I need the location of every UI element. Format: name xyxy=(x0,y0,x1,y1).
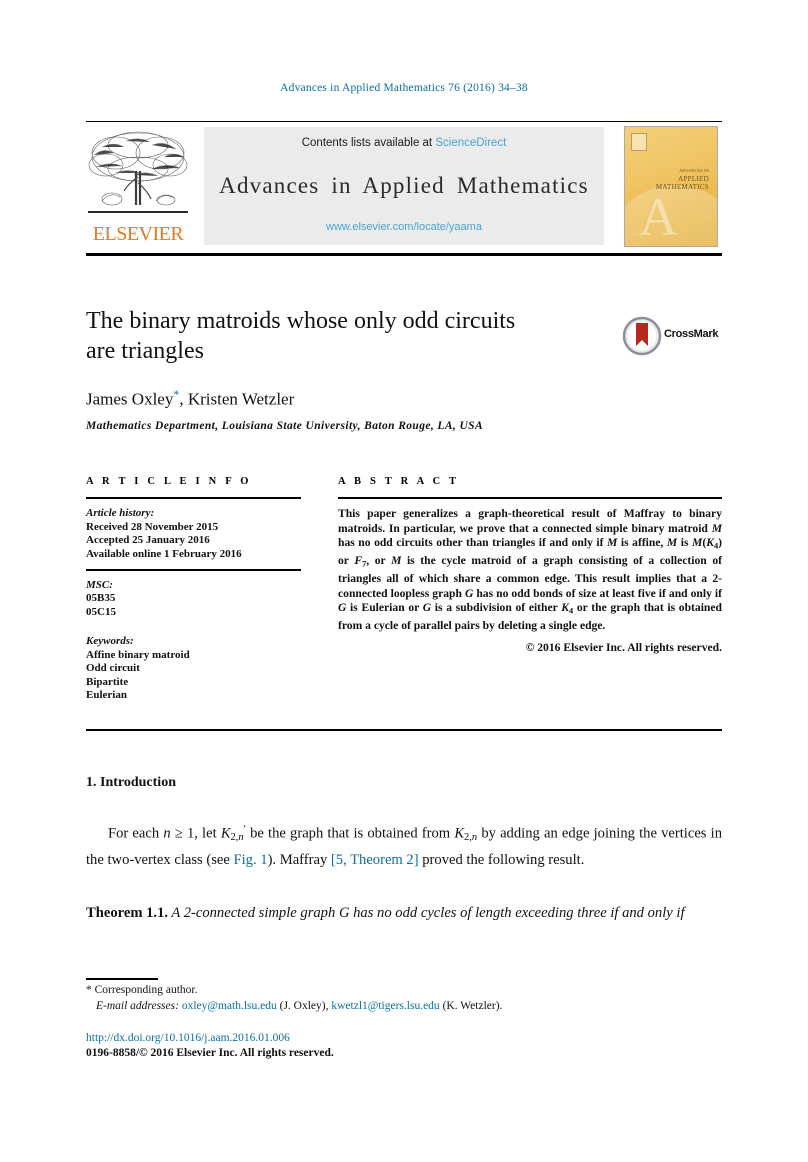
corresponding-author-note: * Corresponding author. xyxy=(86,984,722,996)
corresponding-text: Corresponding author. xyxy=(94,984,198,996)
author-1: James Oxley xyxy=(86,389,174,409)
footnote-rule xyxy=(86,978,158,980)
page-title: The binary matroids whose only odd circu… xyxy=(86,306,606,366)
author-list: James Oxley*, Kristen Wetzler xyxy=(86,387,686,410)
theorem-1-1: Theorem 1.1. A 2-connected simple graph … xyxy=(86,905,685,921)
email-link-oxley[interactable]: oxley@math.lsu.edu xyxy=(182,1000,277,1012)
reference-link[interactable]: [5, Theorem 2] xyxy=(331,852,419,868)
title-line-1: The binary matroids whose only odd circu… xyxy=(86,308,516,334)
issn-copyright-line: 0196-8858/© 2016 Elsevier Inc. All right… xyxy=(86,1047,334,1059)
intro-paragraph: For each n ≥ 1, let K2,n′ be the graph t… xyxy=(86,824,722,869)
theorem-label: Theorem 1.1. xyxy=(86,905,169,921)
elsevier-logo: ELSEVIER xyxy=(86,127,190,245)
masthead-bottom-rule xyxy=(86,253,722,256)
cover-line2: MATHEMATICS xyxy=(655,183,709,191)
abstract-heading: A B S T R A C T xyxy=(338,476,460,487)
corresponding-star: * xyxy=(86,984,92,996)
cover-title: ADVANCES IN APPLIED MATHEMATICS xyxy=(635,167,709,191)
affiliation: Mathematics Department, Louisiana State … xyxy=(86,420,484,432)
msc-code-1: 05B35 xyxy=(86,592,116,605)
section-title: Introduction xyxy=(100,775,176,790)
keyword-4: Eulerian xyxy=(86,689,127,702)
history-received: Received 28 November 2015 xyxy=(86,520,219,533)
journal-cover-thumbnail: A ADVANCES IN APPLIED MATHEMATICS xyxy=(624,126,718,247)
section-number: 1. xyxy=(86,775,97,790)
email-owner-oxley: (J. Oxley), xyxy=(279,1000,329,1012)
abstract-copyright: © 2016 Elsevier Inc. All rights reserved… xyxy=(525,640,722,654)
crossmark-icon xyxy=(622,316,662,356)
crossmark-label: CrossMark xyxy=(664,328,719,340)
paper-page: Advances in Applied Mathematics 76 (2016… xyxy=(0,0,808,1162)
journal-title: Advances in Applied Mathematics xyxy=(219,173,589,198)
keywords-label: Keywords: xyxy=(86,635,134,648)
msc-group: MSC: 05B35 05C15 xyxy=(86,579,301,620)
keyword-2: Odd circuit xyxy=(86,662,140,675)
history-online: Available online 1 February 2016 xyxy=(86,547,242,560)
cover-line1: APPLIED xyxy=(678,175,709,183)
keyword-1: Affine binary matroid xyxy=(86,648,190,661)
article-history-group: Article history: Received 28 November 20… xyxy=(86,507,301,561)
history-accepted: Accepted 25 January 2016 xyxy=(86,534,210,546)
email-owner-wetzler: (K. Wetzler). xyxy=(442,1000,503,1012)
masthead-top-rule xyxy=(86,121,722,122)
contents-available-line: Contents lists available at ScienceDirec… xyxy=(204,137,604,149)
email-link-wetzler[interactable]: kwetzl1@tigers.lsu.edu xyxy=(331,1000,439,1012)
sciencedirect-link[interactable]: ScienceDirect xyxy=(435,137,506,149)
doi-link[interactable]: http://dx.doi.org/10.1016/j.aam.2016.01.… xyxy=(86,1032,290,1044)
contents-prefix: Contents lists available at xyxy=(301,137,433,149)
body-separator-rule xyxy=(86,729,722,731)
article-info-heading: A R T I C L E I N F O xyxy=(86,476,252,487)
figure-link[interactable]: Fig. 1 xyxy=(234,852,268,868)
article-info-heading-rule xyxy=(86,497,301,499)
elsevier-wordmark: ELSEVIER xyxy=(92,223,184,245)
journal-masthead: ELSEVIER Contents lists available at Sci… xyxy=(86,124,722,247)
tree-ground-line xyxy=(88,211,188,213)
article-history-label: Article history: xyxy=(86,507,155,519)
title-line-2: are triangles xyxy=(86,338,204,364)
abstract-column: A B S T R A C T This paper generalizes a… xyxy=(338,476,722,654)
msc-label: MSC: xyxy=(86,578,113,591)
contents-panel: Contents lists available at ScienceDirec… xyxy=(204,127,604,245)
keywords-group: Keywords: Affine binary matroid Odd circ… xyxy=(86,635,301,703)
journal-homepage-link[interactable]: www.elsevier.com/locate/yaama xyxy=(204,221,604,233)
keyword-3: Bipartite xyxy=(86,675,129,688)
cover-watermark-letter: A xyxy=(639,187,678,247)
cover-top-line: ADVANCES IN xyxy=(679,168,709,173)
cover-badge-icon xyxy=(631,133,647,151)
abstract-text: This paper generalizes a graph-theoretic… xyxy=(338,507,722,633)
article-info-column: A R T I C L E I N F O Article history: R… xyxy=(86,476,301,703)
crossmark-badge[interactable]: CrossMark xyxy=(622,316,722,356)
email-addresses-note: E-mail addresses: oxley@math.lsu.edu (J.… xyxy=(96,1000,722,1012)
abstract-heading-rule xyxy=(338,497,722,499)
article-history-rule xyxy=(86,569,301,571)
author-2: , Kristen Wetzler xyxy=(179,389,295,409)
running-head: Advances in Applied Mathematics 76 (2016… xyxy=(280,82,528,94)
email-addresses-label: E-mail addresses: xyxy=(96,1000,179,1012)
msc-code-2: 05C15 xyxy=(86,605,116,618)
elsevier-tree-icon xyxy=(86,127,190,219)
section-heading-introduction: 1. Introduction xyxy=(86,775,176,791)
